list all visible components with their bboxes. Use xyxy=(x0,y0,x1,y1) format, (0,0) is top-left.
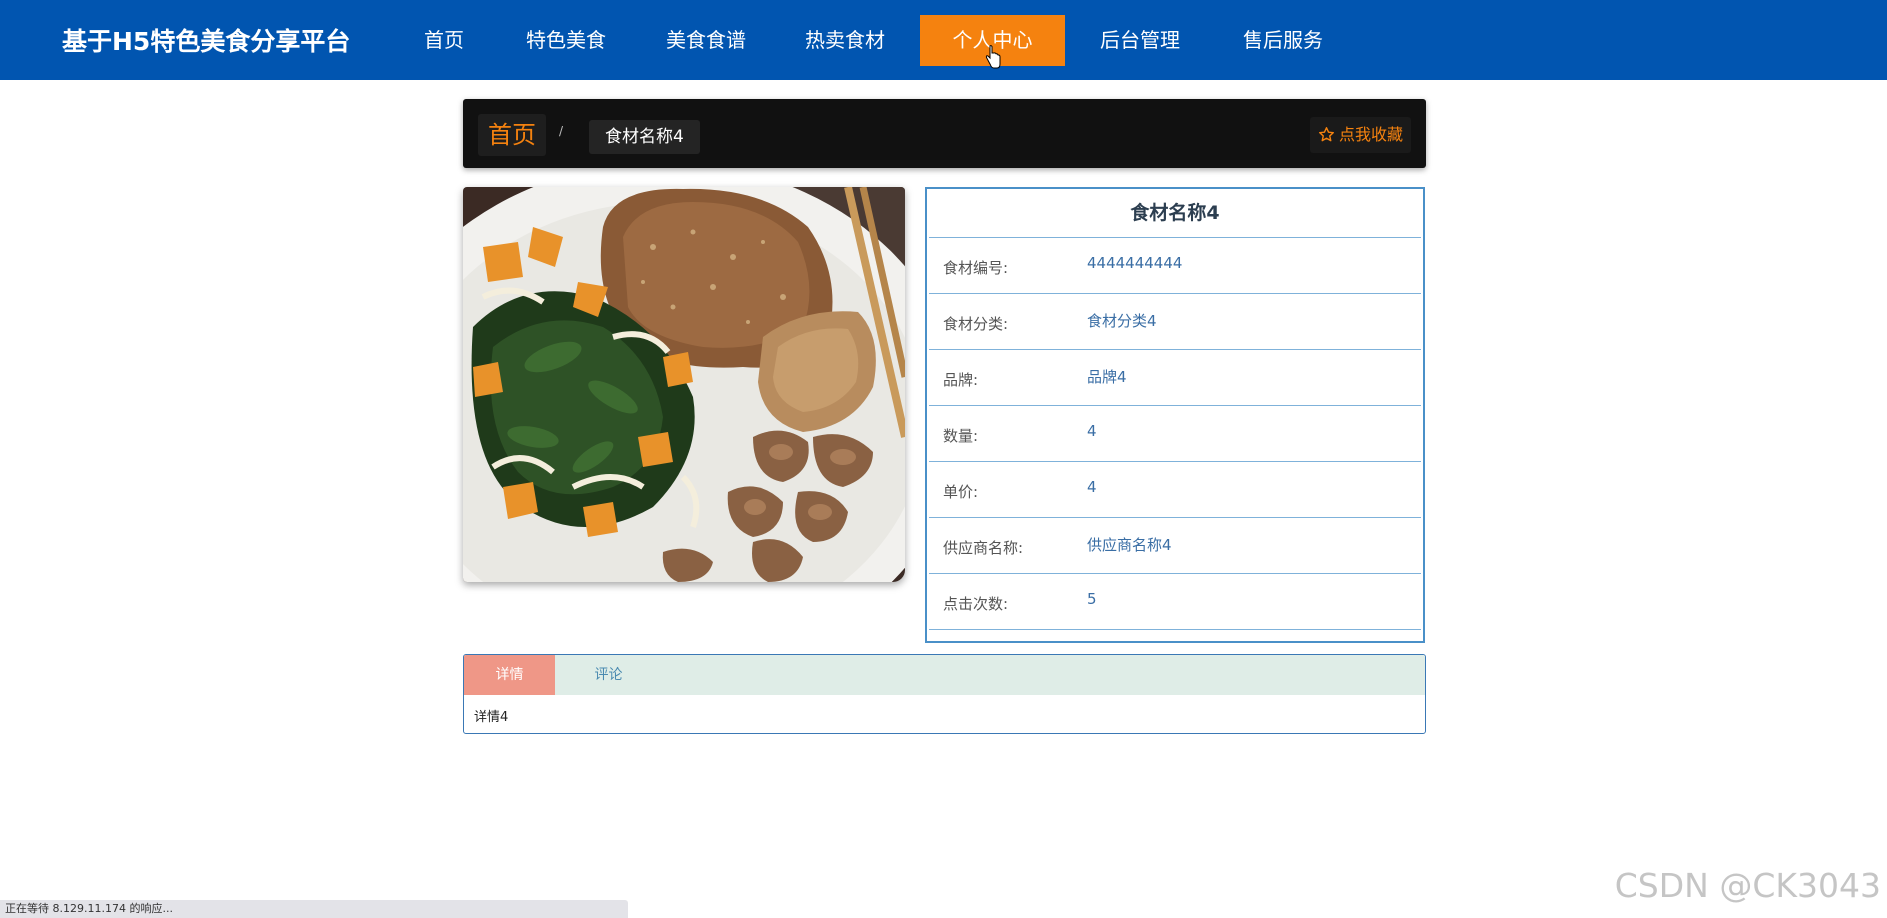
ingredient-title: 食材名称4 xyxy=(929,189,1421,238)
tab-details[interactable]: 详情 xyxy=(464,655,555,695)
info-label: 单价: xyxy=(943,483,979,501)
info-row-price: 单价: 4 xyxy=(929,462,1421,518)
product-image xyxy=(463,187,905,582)
nav-item-specialty-food[interactable]: 特色美食 xyxy=(516,15,616,66)
ingredient-info-table: 食材名称4 食材编号: 4444444444 食材分类: 食材分类4 品牌: 品… xyxy=(925,187,1425,643)
info-row-category: 食材分类: 食材分类4 xyxy=(929,294,1421,350)
info-value: 4 xyxy=(1087,422,1097,440)
info-row-code: 食材编号: 4444444444 xyxy=(929,238,1421,294)
nav-item-hot-ingredients[interactable]: 热卖食材 xyxy=(795,15,895,66)
tab-content: 详情4 xyxy=(474,710,509,725)
breadcrumb: 首页 / 食材名称4 点我收藏 xyxy=(463,99,1426,168)
info-row-brand: 品牌: 品牌4 xyxy=(929,350,1421,406)
detail-tabs: 详情 评论 详情4 xyxy=(463,654,1426,734)
info-value: 食材分类4 xyxy=(1087,312,1157,330)
hand-cursor-icon xyxy=(985,45,1001,69)
info-label: 供应商名称: xyxy=(943,539,1024,557)
browser-status-bar: 正在等待 8.129.11.174 的响应... xyxy=(0,900,628,918)
info-row-supplier: 供应商名称: 供应商名称4 xyxy=(929,518,1421,574)
info-row-quantity: 数量: 4 xyxy=(929,406,1421,462)
breadcrumb-separator: / xyxy=(559,124,564,138)
info-label: 品牌: xyxy=(943,371,979,389)
info-label: 数量: xyxy=(943,427,979,445)
favorite-button[interactable]: 点我收藏 xyxy=(1309,117,1411,153)
info-value: 品牌4 xyxy=(1087,368,1127,386)
info-row-clicks: 点击次数: 5 xyxy=(929,574,1421,630)
nav-item-recipes[interactable]: 美食食谱 xyxy=(656,15,756,66)
info-label: 食材分类: xyxy=(943,315,1009,333)
breadcrumb-home-link[interactable]: 首页 xyxy=(478,114,546,156)
tab-comments[interactable]: 评论 xyxy=(563,655,654,695)
favorite-button-label: 点我收藏 xyxy=(1338,125,1403,144)
nav-item-admin[interactable]: 后台管理 xyxy=(1090,15,1190,66)
info-label: 点击次数: xyxy=(943,595,1009,613)
star-outline-icon xyxy=(1318,127,1334,142)
info-value: 4444444444 xyxy=(1087,254,1183,272)
nav-item-home[interactable]: 首页 xyxy=(414,15,474,66)
info-value: 供应商名称4 xyxy=(1087,536,1172,554)
info-label: 食材编号: xyxy=(943,259,1009,277)
info-value: 4 xyxy=(1087,478,1097,496)
tab-header: 详情 评论 xyxy=(464,655,1425,695)
top-navbar: 基于H5特色美食分享平台 首页 特色美食 美食食谱 热卖食材 个人中心 后台管理… xyxy=(0,0,1887,80)
info-value: 5 xyxy=(1087,590,1097,608)
watermark: CSDN @CK3043 xyxy=(1614,866,1881,905)
nav-item-after-sales[interactable]: 售后服务 xyxy=(1233,15,1333,66)
site-title[interactable]: 基于H5特色美食分享平台 xyxy=(62,22,350,58)
breadcrumb-current: 食材名称4 xyxy=(589,120,700,154)
